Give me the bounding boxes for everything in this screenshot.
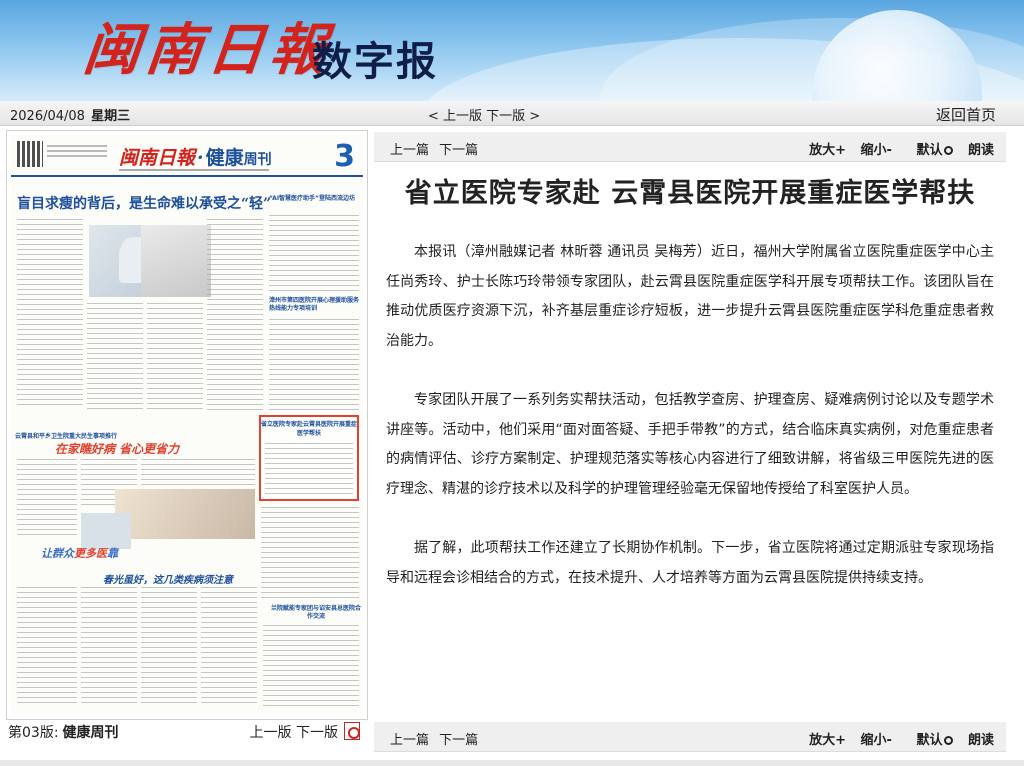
next-article-link[interactable]: 下一篇 — [439, 733, 478, 748]
edition-label: 第03版: 健康周刊 — [8, 722, 119, 742]
article-text-block[interactable] — [17, 219, 83, 409]
date-bar: 2026/04/08 星期三 < 上一版 下一版 > 返回首页 — [0, 101, 1024, 126]
section-name: 健康 — [205, 147, 244, 169]
default-size-button[interactable]: 默认 — [906, 143, 954, 158]
article-text-block[interactable] — [269, 319, 359, 411]
article-title-link[interactable]: “AI智慧医疗助手”登陆西流边坊 — [269, 195, 359, 203]
article-text-block[interactable] — [87, 303, 143, 413]
article-text-block[interactable] — [201, 587, 257, 707]
zoom-out-button[interactable]: 缩小- — [861, 733, 892, 748]
reading-tools: 放大+ 缩小- 默认 朗读 — [799, 729, 994, 748]
read-aloud-button[interactable]: 朗读 — [968, 143, 994, 158]
default-size-label: 默认 — [916, 143, 943, 158]
article-text-block[interactable] — [147, 303, 203, 413]
reset-circle-icon — [944, 146, 954, 155]
article-text-block[interactable] — [207, 219, 263, 413]
page-headline-link[interactable]: 盲目求瘦的背后，是生命难以承受之“轻” — [17, 193, 271, 213]
article-text-block[interactable] — [263, 625, 359, 707]
article-paragraph: 本报讯（漳州融媒记者 林昕蓉 通讯员 吴梅芳）近日，福州大学附属省立医院重症医学… — [386, 244, 994, 349]
selected-article-title: 省立医院专家赴云霄县医院开展重症医学帮扶 — [261, 421, 358, 437]
page-masthead: 闽南日報 · 健康周刊 3 — [11, 139, 363, 177]
article-title-link[interactable]: 漳州市第四医院开展心理援助服务热线能力专项培训 — [269, 297, 359, 313]
article-text-block — [265, 443, 353, 497]
article-content: 省立医院专家赴 云霄县医院开展重症医学帮扶 本报讯（漳州融媒记者 林昕蓉 通讯员… — [386, 172, 994, 593]
article-paragraph: 专家团队开展了一系列务实帮扶活动，包括教学查房、护理查房、疑难病例讨论以及专题学… — [386, 392, 994, 497]
article-navigation: 上一篇 下一篇 — [390, 139, 484, 158]
issue-date: 2026/04/08 星期三 — [10, 105, 130, 124]
masthead-info-lines — [47, 145, 107, 147]
article-paragraph: 据了解，此项帮扶工作还建立了长期协作机制。下一步，省立医院将通过定期派驻专家现场… — [386, 540, 994, 586]
article-text-block[interactable] — [81, 587, 137, 707]
date-value: 2026/04/08 — [10, 109, 85, 124]
article-text-block[interactable] — [261, 507, 359, 601]
newspaper-logo: 闽南日報 — [80, 17, 336, 83]
article-text-block[interactable] — [17, 459, 77, 539]
article-photo — [115, 489, 255, 539]
article-title-link[interactable]: 兰院赋能专家团与诏安县总医院合作交流 — [271, 605, 361, 621]
masthead-banner: 闽南日報 数字报 — [0, 0, 1024, 101]
home-link[interactable]: 返回首页 — [936, 104, 996, 125]
qr-code-icon — [17, 141, 43, 167]
article-toolbar-top: 上一篇 下一篇 放大+ 缩小- 默认 朗读 — [374, 132, 1006, 162]
prev-article-link[interactable]: 上一篇 — [390, 733, 429, 748]
next-page-link[interactable]: 下一版 > — [486, 109, 540, 124]
article-text-block[interactable] — [17, 587, 77, 707]
article-navigation: 上一篇 下一篇 — [390, 729, 484, 748]
article-toolbar-bottom: 上一篇 下一篇 放大+ 缩小- 默认 朗读 — [374, 722, 1006, 752]
zoom-in-button[interactable]: 放大+ — [809, 143, 846, 158]
article-photo — [81, 513, 131, 549]
page-number: 3 — [334, 139, 355, 174]
feature-title: 在家瞧好病 省心更省力 — [55, 442, 180, 456]
section-logo: 闽南日報 — [119, 147, 196, 169]
article-photo — [141, 225, 211, 297]
feature-banner[interactable]: 云霄县和平乡卫生院重大民生事项推行 在家瞧好病 省心更省力 — [15, 431, 255, 456]
slogan-part: 靠 — [107, 547, 118, 560]
article-text-block[interactable] — [141, 459, 255, 487]
page-bottom-divider — [0, 760, 1024, 766]
next-edition-link[interactable]: 下一版 — [296, 725, 338, 741]
zoom-in-button[interactable]: 放大+ — [809, 733, 846, 748]
slogan-part: 更多医 — [74, 547, 107, 560]
digital-edition-title: 数字报 — [312, 39, 438, 85]
section-title: 闽南日報 · 健康周刊 — [119, 147, 272, 169]
article-title-link[interactable]: 春光虽好，这几类疾病须注意 — [103, 571, 233, 586]
feature-kicker: 云霄县和平乡卫生院重大民生事项推行 — [15, 433, 118, 440]
default-size-button[interactable]: 默认 — [906, 733, 954, 748]
pdf-download-icon[interactable] — [344, 722, 360, 740]
article-title: 省立医院专家赴 云霄县医院开展重症医学帮扶 — [404, 178, 976, 209]
section-suffix: 周刊 — [243, 152, 272, 168]
page-footer: 第03版: 健康周刊 上一版 下一版 — [6, 720, 368, 742]
prev-article-link[interactable]: 上一篇 — [390, 143, 429, 158]
next-article-link[interactable]: 下一篇 — [439, 143, 478, 158]
edition-navigation: 上一版 下一版 — [250, 722, 338, 742]
newspaper-page-image[interactable]: 闽南日報 · 健康周刊 3 盲目求瘦的背后，是生命难以承受之“轻” “AI智慧医疗助… — [11, 135, 363, 715]
read-aloud-button[interactable]: 朗读 — [968, 733, 994, 748]
prev-page-link[interactable]: < 上一版 — [428, 109, 482, 124]
zoom-out-button[interactable]: 缩小- — [861, 143, 892, 158]
article-text-block[interactable] — [141, 587, 197, 707]
weekday: 星期三 — [91, 109, 131, 124]
article-text-block[interactable] — [269, 215, 359, 293]
reset-circle-icon — [944, 736, 954, 745]
slogan-banner: 让群众更多医靠 — [41, 545, 118, 561]
organizer-line — [119, 169, 269, 171]
page-thumbnail-frame: 闽南日報 · 健康周刊 3 盲目求瘦的背后，是生命难以承受之“轻” “AI智慧医疗助… — [6, 130, 368, 720]
slogan-part: 让群众 — [41, 547, 74, 560]
edition-name: 健康周刊 — [62, 725, 119, 741]
edition-number: 第03版: — [8, 725, 59, 741]
default-size-label: 默认 — [916, 733, 943, 748]
selected-article-highlight[interactable]: 省立医院专家赴云霄县医院开展重症医学帮扶 — [259, 415, 359, 501]
page-navigation: < 上一版 下一版 > — [428, 105, 540, 124]
reading-tools: 放大+ 缩小- 默认 朗读 — [799, 139, 994, 158]
prev-edition-link[interactable]: 上一版 — [250, 725, 292, 741]
